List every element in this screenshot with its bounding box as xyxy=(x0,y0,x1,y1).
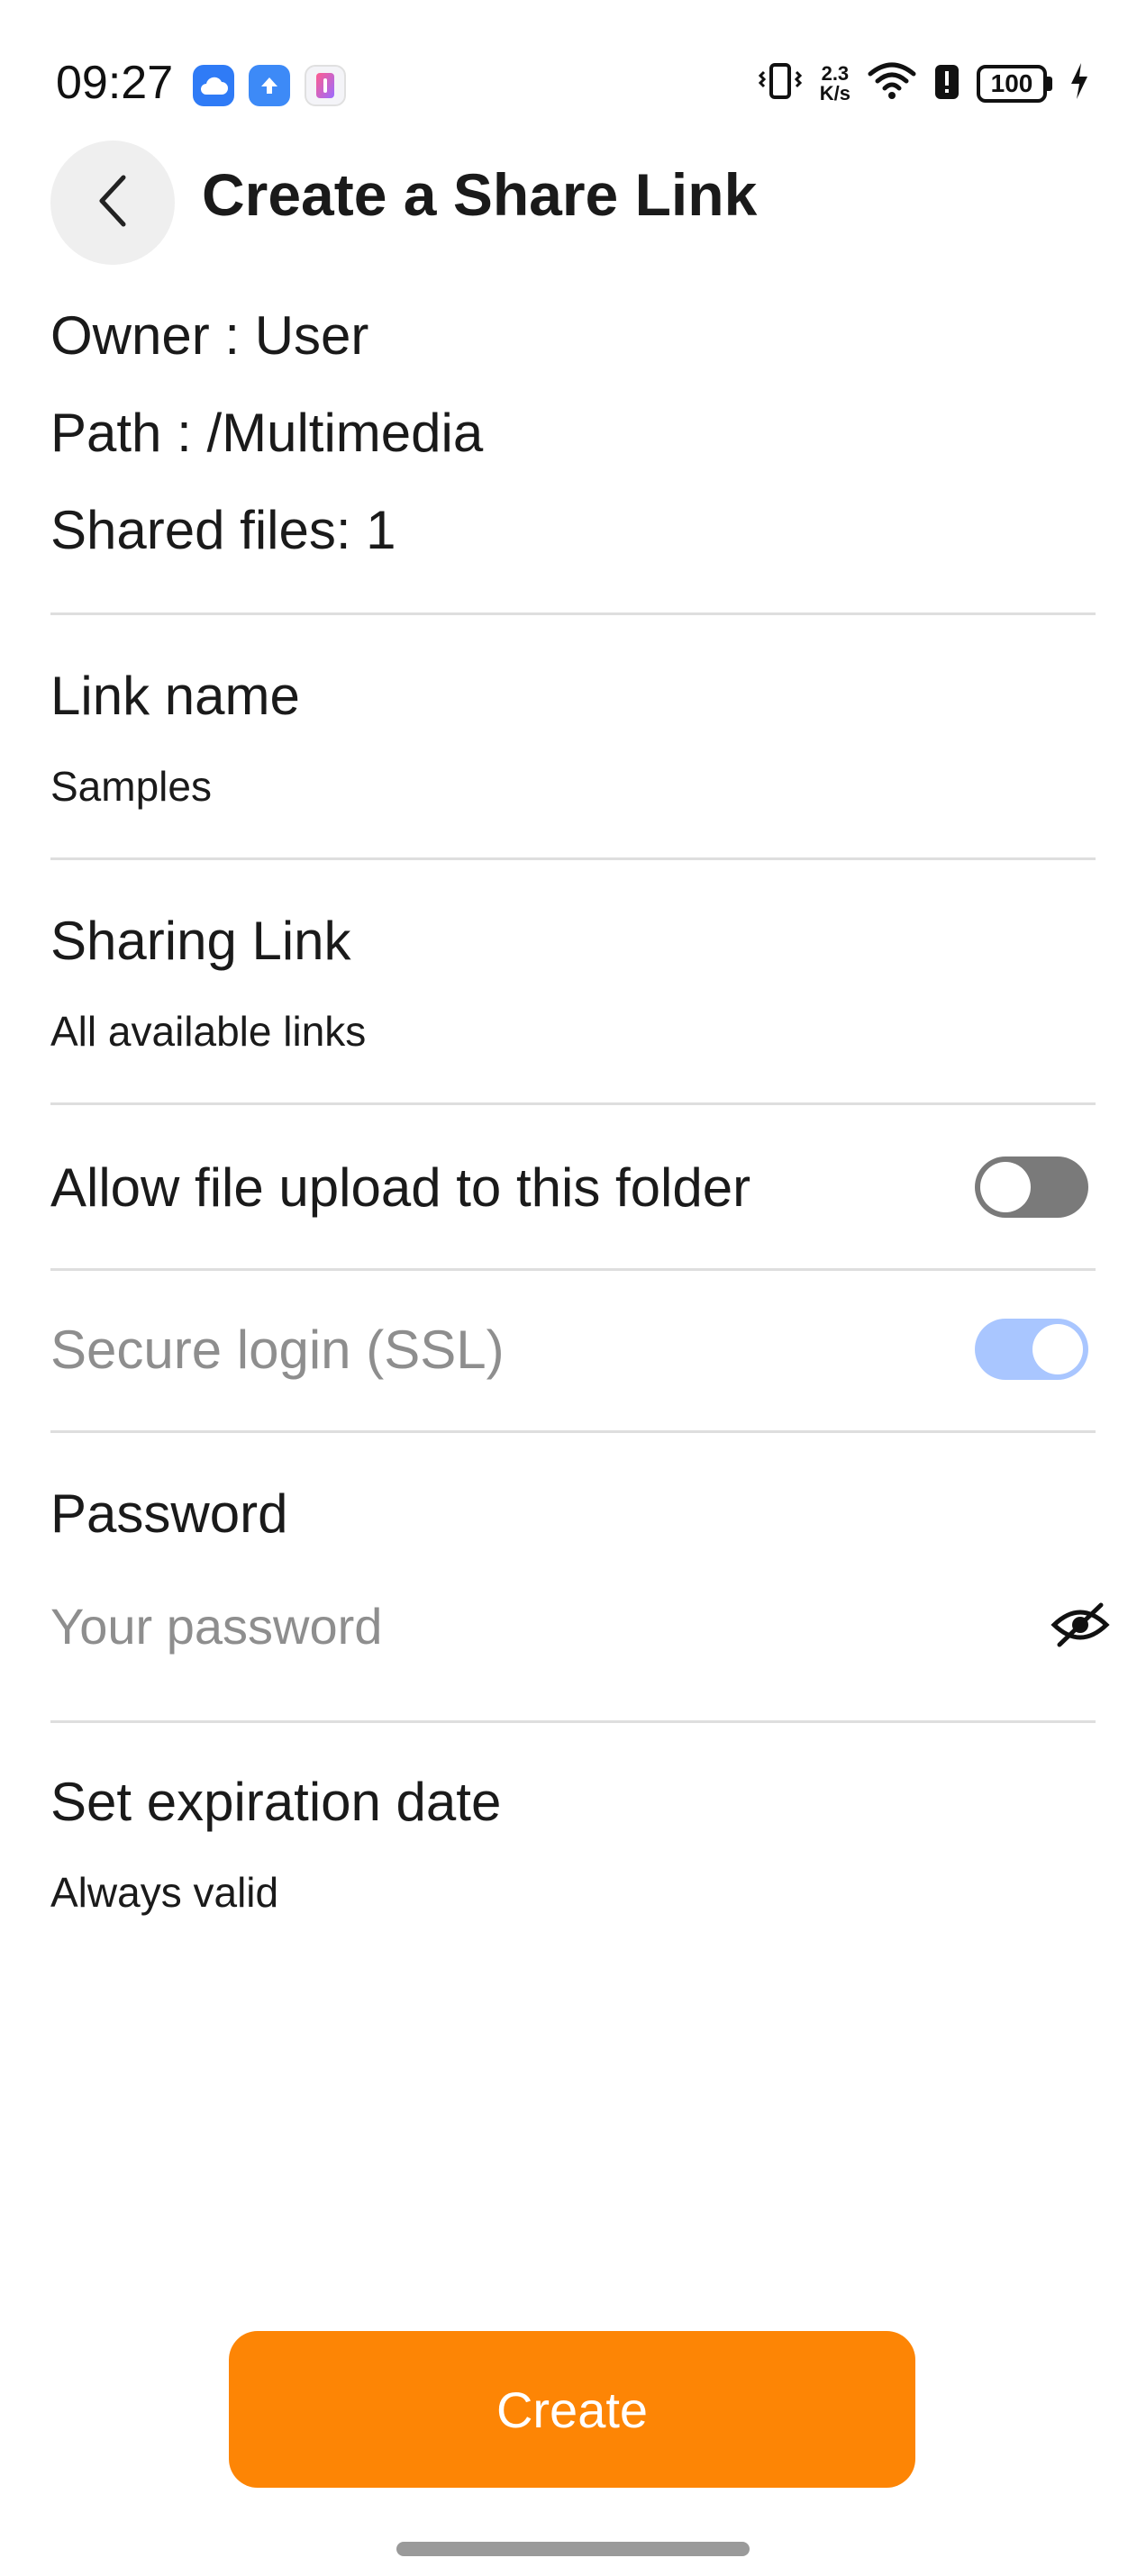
secure-login-toggle xyxy=(975,1319,1088,1380)
link-name-value: Samples xyxy=(50,763,212,810)
vibrate-icon xyxy=(757,61,804,105)
page-title: Create a Share Link xyxy=(202,161,758,228)
expiration-value: Always valid xyxy=(50,1869,279,1916)
status-icons: 2.3 K/s 100 xyxy=(757,61,1090,105)
home-indicator[interactable] xyxy=(396,2542,750,2556)
owner-info: Owner : User xyxy=(50,305,369,366)
battery-level: 100 xyxy=(977,64,1047,103)
net-speed-value: 2.3 xyxy=(821,61,850,85)
alert-icon xyxy=(933,61,960,105)
secure-login-label: Secure login (SSL) xyxy=(50,1320,505,1380)
divider xyxy=(50,1720,1096,1723)
chevron-left-icon xyxy=(95,172,131,234)
divider xyxy=(50,1102,1096,1105)
divider xyxy=(50,612,1096,615)
allow-upload-toggle[interactable] xyxy=(975,1156,1088,1218)
create-button[interactable]: Create xyxy=(229,2331,915,2488)
divider xyxy=(50,1430,1096,1433)
sharing-link-label: Sharing Link xyxy=(50,911,351,971)
path-info: Path : /Multimedia xyxy=(50,403,484,463)
divider xyxy=(50,1268,1096,1271)
link-name-label: Link name xyxy=(50,666,300,726)
battery-icon: 100 xyxy=(977,64,1052,103)
allow-upload-label: Allow file upload to this folder xyxy=(50,1157,751,1218)
cloud-app-icon xyxy=(193,65,234,106)
divider xyxy=(50,857,1096,860)
net-speed: 2.3 K/s xyxy=(819,61,850,104)
back-button[interactable] xyxy=(50,141,175,265)
shared-files-info: Shared files: 1 xyxy=(50,500,396,560)
password-label: Password xyxy=(50,1483,288,1544)
notes-app-icon xyxy=(305,65,346,106)
net-speed-unit: K/s xyxy=(819,81,850,104)
password-input[interactable] xyxy=(50,1585,1023,1666)
sharing-link-value: All available links xyxy=(50,1008,367,1055)
upload-app-icon xyxy=(249,65,290,106)
eye-off-icon[interactable] xyxy=(1050,1600,1110,1650)
wifi-icon xyxy=(867,61,917,105)
status-time: 09:27 xyxy=(56,57,174,109)
expiration-label: Set expiration date xyxy=(50,1772,502,1832)
charging-icon xyxy=(1069,61,1090,105)
